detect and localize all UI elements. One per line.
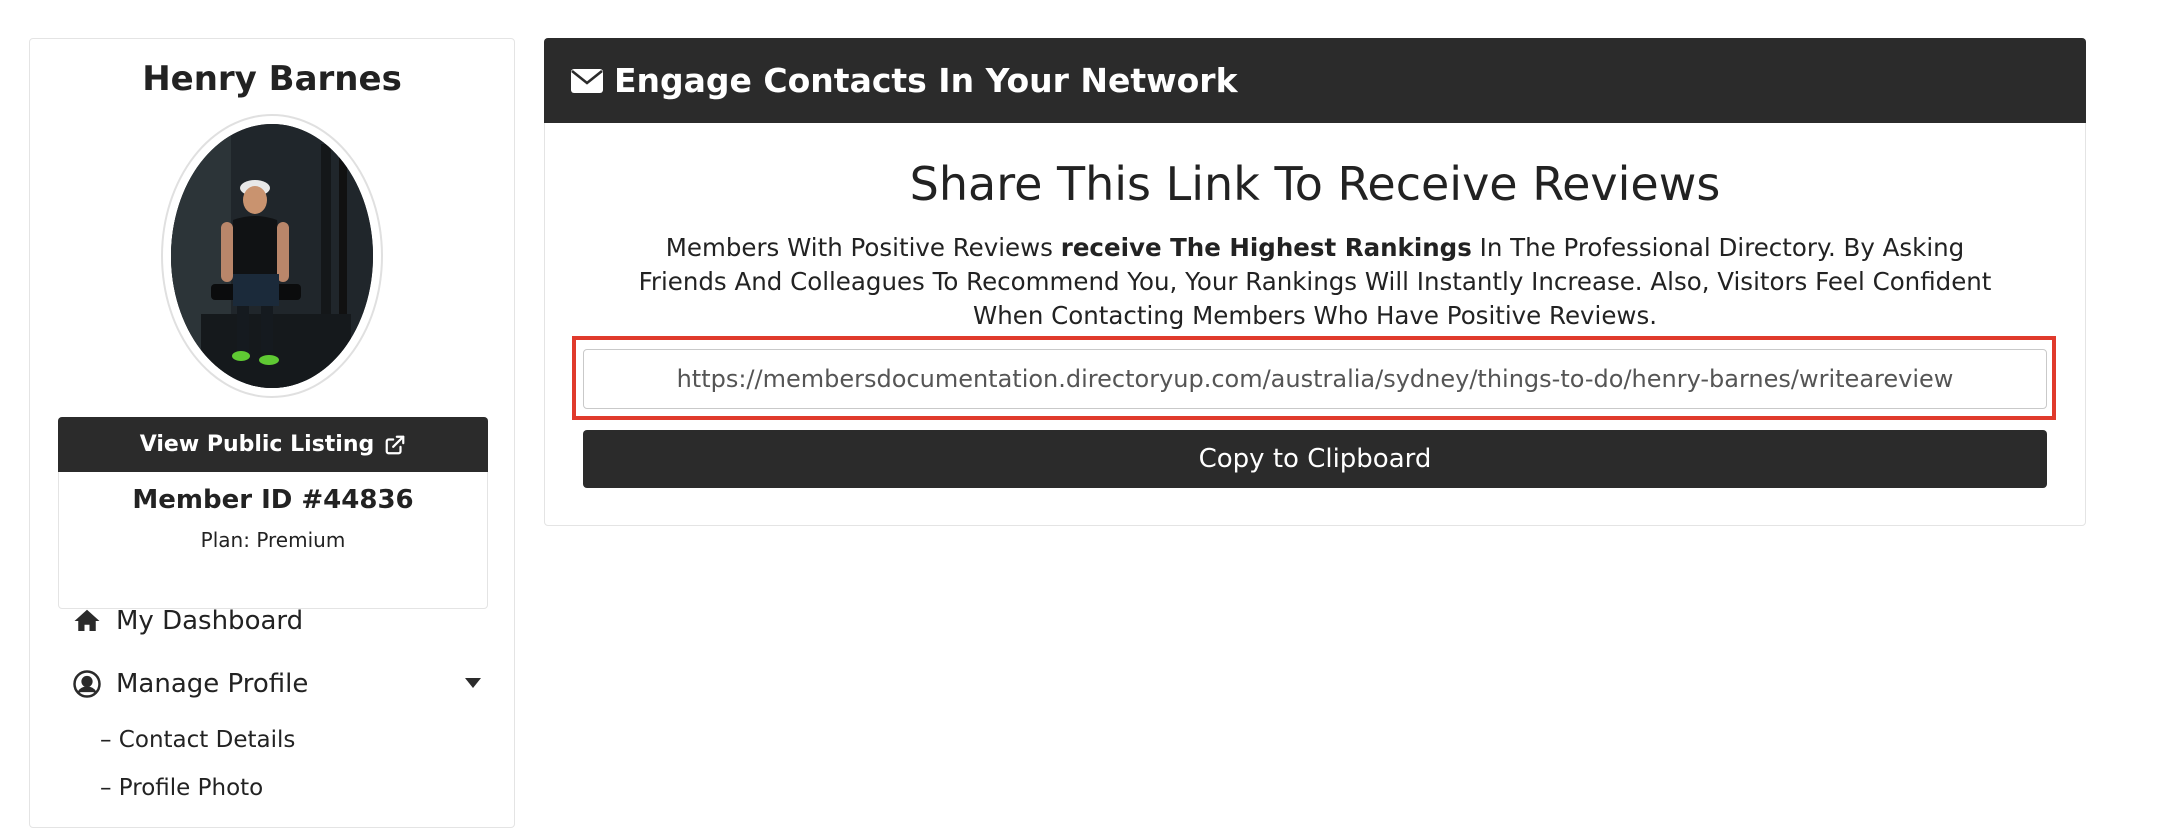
copy-to-clipboard-button[interactable]: Copy to Clipboard xyxy=(583,430,2047,488)
sidebar-item-manage-profile[interactable]: Manage Profile xyxy=(72,669,482,699)
sidebar-subitem-profile-photo[interactable]: – Profile Photo xyxy=(100,775,263,801)
listing-card: View Public Listing Member ID #44836 Pla… xyxy=(58,417,488,609)
sidebar-item-dashboard[interactable]: My Dashboard xyxy=(72,606,303,636)
home-icon xyxy=(72,606,102,636)
panel-title: Engage Contacts In Your Network xyxy=(614,61,1238,100)
avatar-photo xyxy=(171,124,373,388)
panel-header: Engage Contacts In Your Network xyxy=(544,38,2086,123)
share-description: Members With Positive Reviews receive Th… xyxy=(625,231,2005,333)
member-plan: Plan: Premium xyxy=(200,528,346,552)
description-text: Members With Positive Reviews xyxy=(665,233,1061,262)
envelope-icon xyxy=(570,67,604,95)
share-title: Share This Link To Receive Reviews xyxy=(909,157,1721,211)
profile-sidebar: Henry Barnes View Public Listing Member … xyxy=(29,38,515,828)
sidebar-item-label: My Dashboard xyxy=(116,606,304,636)
avatar[interactable] xyxy=(171,124,373,388)
view-public-listing-button[interactable]: View Public Listing xyxy=(58,417,488,472)
member-name: Henry Barnes xyxy=(142,59,402,99)
member-id: Member ID #44836 xyxy=(132,485,414,515)
engage-contacts-panel: Engage Contacts In Your Network Share Th… xyxy=(544,38,2086,526)
review-url-input[interactable] xyxy=(583,349,2047,409)
view-public-listing-label: View Public Listing xyxy=(139,432,375,457)
external-link-icon xyxy=(384,434,406,456)
user-circle-icon xyxy=(72,669,102,699)
sidebar-item-label: Manage Profile xyxy=(116,669,309,699)
caret-down-icon[interactable] xyxy=(464,677,482,689)
description-emphasis: receive The Highest Rankings xyxy=(1060,233,1472,262)
avatar-frame xyxy=(161,114,383,398)
sidebar-subitem-contact-details[interactable]: – Contact Details xyxy=(100,727,295,753)
